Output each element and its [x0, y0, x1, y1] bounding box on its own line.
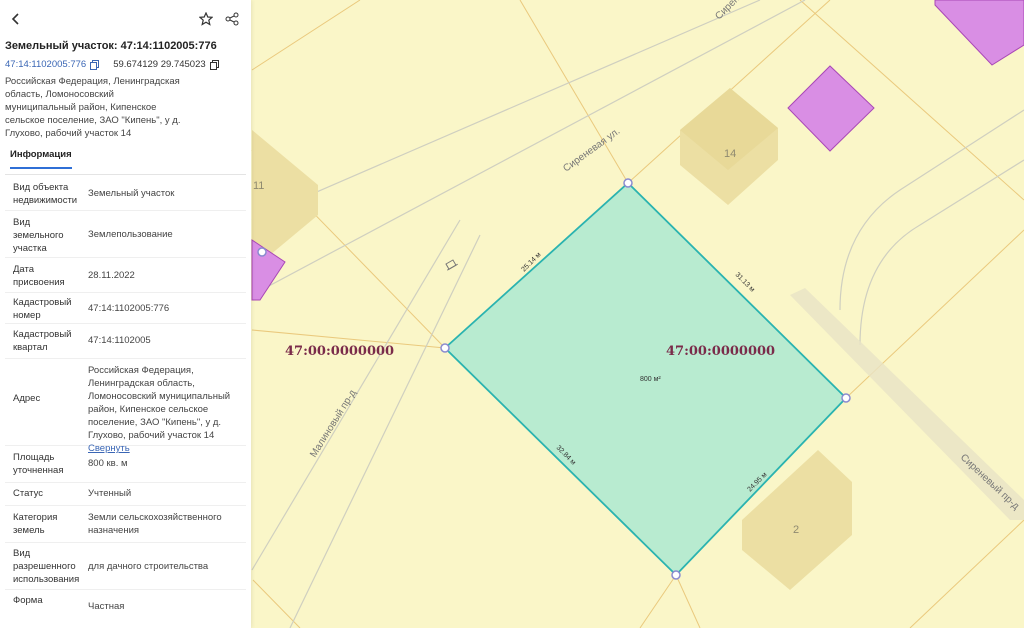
table-row: Площадь уточненная 800 кв. м — [5, 446, 246, 483]
row-value: Землепользование — [88, 229, 173, 240]
star-icon[interactable] — [196, 9, 216, 29]
row-value: 47:14:1102005:776 — [88, 303, 170, 314]
cadastral-link[interactable]: 47:14:1102005:776 — [5, 59, 86, 70]
row-value: Российская Федерация, Ленинградская обла… — [88, 364, 238, 455]
parcel-vertex[interactable] — [671, 570, 681, 580]
building-number: 11 — [253, 180, 264, 192]
page-title: Земельный участок: 47:14:1102005:776 — [5, 40, 217, 52]
copy-icon[interactable] — [209, 59, 219, 70]
row-label: Дата присвоения — [13, 264, 65, 288]
table-row: Вид объекта недвижимости Земельный участ… — [5, 176, 246, 211]
row-value: 800 кв. м — [88, 458, 128, 469]
row-label: Кадастровый номер — [13, 297, 72, 321]
row-value: для дачного строительства — [88, 561, 209, 572]
row-label: Вид разрешенного использования — [13, 548, 80, 585]
row-value: Земли сельскохозяйственного назначения — [88, 512, 222, 536]
quarter-label: 47:00:0000000 — [285, 344, 394, 359]
table-row: Вид земельного участка Землепользование — [5, 211, 246, 258]
row-value: Учтенный — [88, 488, 132, 499]
back-icon[interactable] — [6, 9, 26, 29]
parcel-vertex[interactable] — [841, 393, 851, 403]
coordinates: 59.674129 29.745023 — [113, 59, 206, 70]
identifier-row: 47:14:1102005:776 59.674129 29.745023 — [5, 59, 219, 70]
row-label: Категория земель — [13, 512, 58, 536]
copy-icon[interactable] — [90, 59, 100, 70]
parcel-vertex[interactable] — [440, 343, 450, 353]
parcel-vertex[interactable] — [623, 178, 633, 188]
building-number: 14 — [724, 148, 736, 160]
table-row: Кадастровый номер 47:14:1102005:776 — [5, 293, 246, 324]
row-value: Земельный участок — [88, 188, 175, 199]
info-panel: Земельный участок: 47:14:1102005:776 47:… — [0, 0, 251, 628]
table-row: Вид разрешенного использования для дачно… — [5, 543, 246, 590]
table-row: Статус Учтенный — [5, 483, 246, 506]
share-icon[interactable] — [222, 9, 242, 29]
table-row: Форма Частная — [5, 590, 246, 620]
row-label: Форма — [13, 595, 43, 606]
table-row: Кадастровый квартал 47:14:1102005 — [5, 324, 246, 359]
row-label: Вид объекта недвижимости — [13, 182, 78, 206]
quarter-label: 47:00:0000000 — [666, 344, 775, 359]
row-label: Кадастровый квартал — [13, 329, 72, 353]
table-row: Дата присвоения 28.11.2022 — [5, 258, 246, 293]
table-row: Категория земель Земли сельскохозяйствен… — [5, 506, 246, 543]
row-value: 47:14:1102005 — [88, 335, 151, 346]
building-number: 2 — [793, 524, 799, 536]
row-value: 28.11.2022 — [88, 270, 135, 281]
panel-toolbar — [0, 0, 251, 36]
row-label: Адрес — [13, 393, 41, 404]
area-label: 800 м² — [640, 376, 661, 383]
info-table: Вид объекта недвижимости Земельный участ… — [5, 176, 246, 620]
address-summary: Российская Федерация, Ленинградская обла… — [5, 76, 181, 139]
row-label: Статус — [13, 488, 44, 499]
row-label: Площадь уточненная — [13, 452, 64, 476]
row-value: Частная — [88, 601, 125, 612]
table-row: Адрес Российская Федерация, Ленинградска… — [5, 359, 246, 454]
row-label: Вид земельного участка — [13, 217, 64, 254]
vertex-marker — [257, 247, 267, 257]
tab-bar: Информация — [5, 148, 246, 175]
tab-info[interactable]: Информация — [10, 149, 72, 169]
address-full: Российская Федерация, Ленинградская обла… — [88, 365, 231, 441]
